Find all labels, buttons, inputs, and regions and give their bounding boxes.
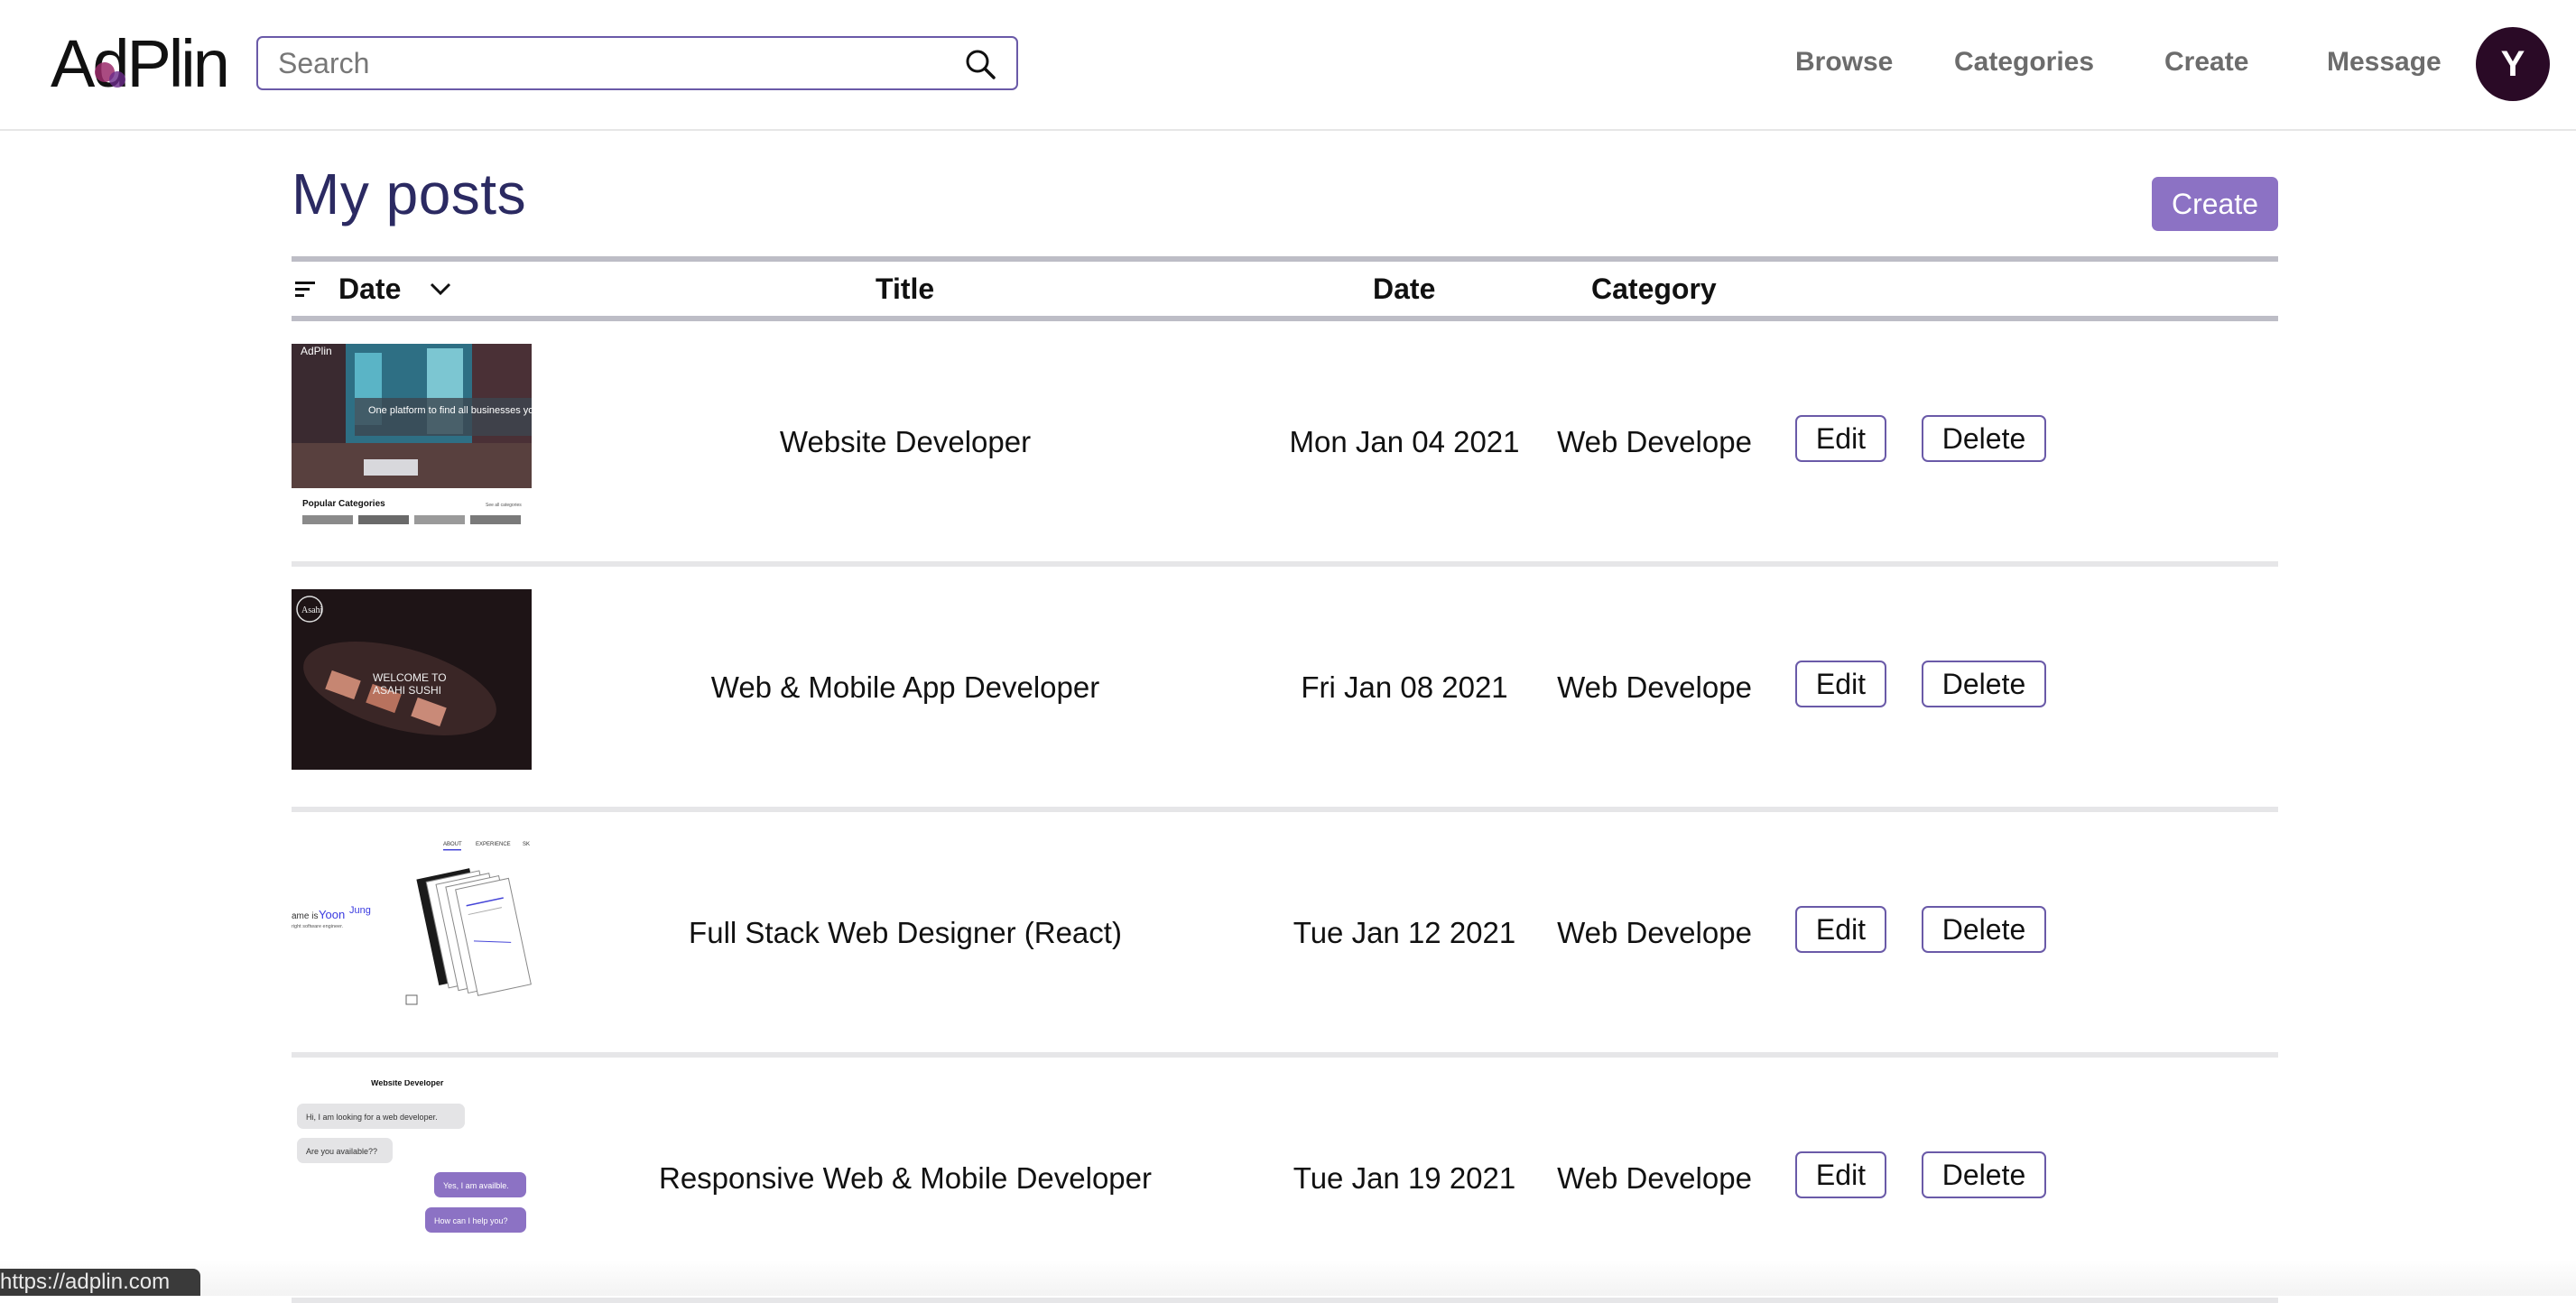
post-thumbnail[interactable]: Website Developer Hi, I am looking for a… [292,1080,532,1261]
sort-icon [295,282,315,297]
thumb-nav-3: SK [523,842,530,847]
thumb-nav-2: EXPERIENCE [476,842,511,847]
bottom-fade [0,1260,2576,1296]
post-title: Web & Mobile App Developer [710,670,1100,704]
column-header-date: Date [1373,273,1436,305]
post-date: Tue Jan 12 2021 [1293,916,1516,949]
thumb-name: Yoon [319,908,345,921]
post-category: Web Develope [1557,670,1752,704]
page-title: My posts [292,162,527,226]
search-input[interactable] [278,45,946,81]
sort-label: Date [338,273,402,305]
logo-text: AdPlin [51,27,227,99]
post-thumbnail[interactable]: ABOUT EXPERIENCE SK ame is Yoon Jung rig… [292,835,532,1015]
search-box [256,36,1018,90]
delete-button[interactable]: Delete [1922,906,2046,953]
column-header-category: Category [1591,273,1717,305]
thumb-chat-header: Website Developer [371,1080,444,1087]
edit-button[interactable]: Edit [1795,415,1886,462]
thumb-message-4: How can I help you? [434,1216,508,1225]
thumb-message-2: Are you available?? [306,1147,377,1156]
delete-button[interactable]: Delete [1922,415,2046,462]
user-avatar[interactable]: Y [2476,27,2550,101]
nav-browse[interactable]: Browse [1795,47,1893,78]
post-category: Web Develope [1557,916,1752,949]
post-thumbnail[interactable]: Asahi WELCOME TO ASAHI SUSHI [292,589,532,770]
posts-table: Date Title Date Category AdPlin One plat… [292,256,2278,1303]
thumb-subtitle: right software engineer. [292,924,344,929]
row-divider [292,1298,2278,1303]
post-title: Website Developer [779,425,1032,458]
search-icon[interactable] [964,48,996,80]
thumb-logo: AdPlin [301,345,332,357]
edit-button[interactable]: Edit [1795,1151,1886,1198]
top-navbar: AdPlin Browse Categories Create Message … [0,0,2576,131]
post-date: Tue Jan 19 2021 [1293,1161,1516,1195]
column-header-title: Title [876,273,935,305]
thumb-section: Popular Categories [302,499,385,509]
create-post-button[interactable]: Create [2152,177,2278,231]
thumb-logo: Asahi [301,605,323,615]
edit-button[interactable]: Edit [1795,661,1886,707]
link-status-tooltip: https://adplin.com [0,1269,200,1296]
nav-message[interactable]: Message [2327,47,2442,78]
post-title: Full Stack Web Designer (React) [689,916,1122,949]
adplin-logo[interactable]: AdPlin [49,27,229,99]
table-row: AdPlin One platform to find all business… [292,321,2278,561]
nav-categories[interactable]: Categories [1954,47,2094,78]
thumb-intro: ame is [292,911,318,921]
table-row: ABOUT EXPERIENCE SK ame is Yoon Jung rig… [292,812,2278,1052]
post-category: Web Develope [1557,425,1752,458]
thumb-message-1: Hi, I am looking for a web developer. [306,1113,438,1122]
nav-create[interactable]: Create [2164,47,2248,78]
table-header: Date Title Date Category [292,262,2278,316]
delete-button[interactable]: Delete [1922,1151,2046,1198]
thumb-name-2: Jung [349,905,371,916]
post-date: Fri Jan 08 2021 [1301,670,1508,704]
thumb-message-3: Yes, I am availble. [443,1181,509,1190]
post-title: Responsive Web & Mobile Developer [659,1161,1152,1195]
table-row: Asahi WELCOME TO ASAHI SUSHI Web & Mobil… [292,567,2278,807]
post-date: Mon Jan 04 2021 [1289,425,1520,458]
thumb-link: See all categories [486,503,522,508]
thumb-headline: One platform to find all businesses you … [368,405,532,416]
thumb-headline: WELCOME TO [373,671,447,684]
post-thumbnail[interactable]: AdPlin One platform to find all business… [292,344,532,524]
post-category: Web Develope [1557,1161,1752,1195]
thumb-headline-2: ASAHI SUSHI [373,684,441,697]
chevron-down-icon [430,282,451,296]
delete-button[interactable]: Delete [1922,661,2046,707]
edit-button[interactable]: Edit [1795,906,1886,953]
thumb-nav-1: ABOUT [443,842,462,847]
